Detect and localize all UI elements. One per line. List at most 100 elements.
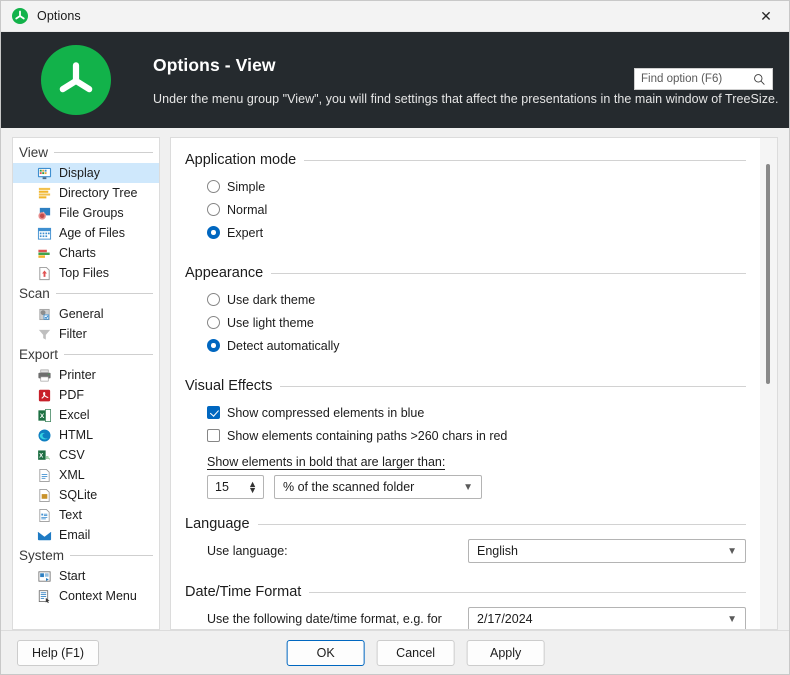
section-header: Language	[185, 516, 746, 532]
checkbox-compressed-blue-icon[interactable]	[207, 406, 220, 419]
sidebar-item-label: Text	[59, 508, 82, 522]
sidebar-item-label: Charts	[59, 246, 96, 260]
radio-label: Detect automatically	[227, 338, 340, 353]
monitor-icon	[36, 165, 52, 181]
chevron-down-icon[interactable]: ▼	[248, 486, 257, 495]
chevron-down-icon[interactable]: ▼	[463, 482, 473, 493]
sidebar-item-directory-tree[interactable]: Directory Tree	[13, 183, 159, 203]
radio-label: Simple	[227, 179, 266, 194]
page-header: Options - View Under the menu group "Vie…	[1, 32, 789, 128]
sidebar-item-file-groups[interactable]: File Groups	[13, 203, 159, 223]
sidebar-group-export: Export	[13, 344, 159, 365]
footer-button-group: OK Cancel Apply	[286, 639, 545, 666]
close-icon[interactable]: ✕	[743, 1, 789, 32]
sidebar-item-context-menu[interactable]: Context Menu	[13, 586, 159, 606]
radio-label: Use dark theme	[227, 292, 316, 307]
appearance-section: Appearance Use dark theme Use light them…	[185, 265, 746, 357]
sidebar-item-html[interactable]: HTML	[13, 425, 159, 445]
sidebar-group-system: System	[13, 545, 159, 566]
bold-threshold-unit-value: % of the scanned folder	[283, 480, 415, 494]
radio-light-theme-icon[interactable]	[207, 316, 220, 329]
section-title: Visual Effects	[185, 378, 273, 394]
radio-label: Expert	[227, 225, 264, 240]
dialog-body: View Display Directory Tree File Groups …	[1, 128, 789, 630]
sidebar-item-general[interactable]: General	[13, 304, 159, 324]
bar-chart-icon	[36, 245, 52, 261]
chevron-down-icon[interactable]: ▼	[727, 614, 737, 625]
ok-button[interactable]: OK	[286, 639, 365, 666]
settings-sidebar[interactable]: View Display Directory Tree File Groups …	[12, 137, 160, 630]
section-header: Date/Time Format	[185, 584, 746, 600]
application-mode-section: Application mode Simple Normal Expert	[185, 152, 746, 244]
divider	[271, 272, 746, 274]
bold-threshold-stepper[interactable]: 15 ▲ ▼	[207, 475, 264, 499]
sidebar-item-top-files[interactable]: Top Files	[13, 263, 159, 283]
csv-icon: X a,	[36, 447, 52, 463]
search-input[interactable]	[641, 73, 751, 85]
language-section: Language Use language: English ▼	[185, 516, 746, 563]
svg-text:X: X	[39, 412, 44, 419]
sidebar-item-label: Excel	[59, 408, 90, 422]
radio-dark-theme-icon[interactable]	[207, 293, 220, 306]
sidebar-item-sqlite[interactable]: SQLite	[13, 485, 159, 505]
radio-row-dark-theme[interactable]: Use dark theme	[185, 288, 746, 311]
sidebar-item-age-of-files[interactable]: Age of Files	[13, 223, 159, 243]
sidebar-item-display[interactable]: Display	[13, 163, 159, 183]
radio-row-normal[interactable]: Normal	[185, 198, 746, 221]
cancel-button[interactable]: Cancel	[376, 639, 455, 666]
radio-row-simple[interactable]: Simple	[185, 175, 746, 198]
radio-expert-icon[interactable]	[207, 226, 220, 239]
start-icon	[36, 568, 52, 584]
sidebar-group-label: Export	[19, 347, 59, 362]
sidebar-item-printer[interactable]: Printer	[13, 365, 159, 385]
treesize-logo-icon	[12, 8, 28, 24]
checkbox-long-paths-red-icon[interactable]	[207, 429, 220, 442]
printer-icon	[36, 367, 52, 383]
scrollbar-thumb[interactable]	[766, 164, 770, 384]
text-file-icon	[36, 507, 52, 523]
sidebar-item-email[interactable]: Email	[13, 525, 159, 545]
gear-clipboard-icon	[36, 306, 52, 322]
sidebar-item-xml[interactable]: XML	[13, 465, 159, 485]
content-scrollbar[interactable]	[760, 138, 777, 629]
sidebar-item-label: Filter	[59, 327, 87, 341]
radio-normal-icon[interactable]	[207, 203, 220, 216]
datetime-format-value: 2/17/2024	[477, 612, 533, 626]
datetime-format-section: Date/Time Format Use the following date/…	[185, 584, 746, 629]
stepper-arrows-icon[interactable]: ▲ ▼	[248, 480, 257, 495]
checkbox-label: Show compressed elements in blue	[227, 405, 425, 420]
section-title: Appearance	[185, 265, 264, 281]
sidebar-item-text[interactable]: Text	[13, 505, 159, 525]
checkbox-label: Show elements containing paths >260 char…	[227, 428, 508, 443]
sidebar-item-start[interactable]: Start	[13, 566, 159, 586]
sidebar-item-label: General	[59, 307, 104, 321]
radio-simple-icon[interactable]	[207, 180, 220, 193]
apply-button[interactable]: Apply	[466, 639, 545, 666]
radio-row-detect-automatically[interactable]: Detect automatically	[185, 334, 746, 357]
find-option-box[interactable]	[634, 68, 773, 90]
datetime-format-field[interactable]: 2/17/2024 ▼	[468, 607, 746, 629]
radio-label: Use light theme	[227, 315, 314, 330]
sidebar-item-excel[interactable]: X Excel	[13, 405, 159, 425]
sidebar-item-label: XML	[59, 468, 85, 482]
language-select[interactable]: English ▼	[468, 539, 746, 563]
sidebar-item-label: Age of Files	[59, 226, 126, 240]
sidebar-item-charts[interactable]: Charts	[13, 243, 159, 263]
sidebar-item-filter[interactable]: Filter	[13, 324, 159, 344]
sidebar-item-csv[interactable]: X a, CSV	[13, 445, 159, 465]
context-menu-icon	[36, 588, 52, 604]
chevron-down-icon[interactable]: ▼	[727, 546, 737, 557]
radio-row-light-theme[interactable]: Use light theme	[185, 311, 746, 334]
checkbox-row-long-paths-red[interactable]: Show elements containing paths >260 char…	[185, 424, 746, 447]
help-button[interactable]: Help (F1)	[17, 639, 100, 666]
page-subtitle: Under the menu group "View", you will fi…	[153, 91, 779, 106]
search-icon[interactable]	[753, 73, 766, 86]
title-bar: Options ✕	[1, 1, 789, 32]
sidebar-item-pdf[interactable]: PDF	[13, 385, 159, 405]
radio-row-expert[interactable]: Expert	[185, 221, 746, 244]
treesize-logo-large-icon	[41, 45, 111, 115]
checkbox-row-compressed-blue[interactable]: Show compressed elements in blue	[185, 401, 746, 424]
bold-threshold-unit-select[interactable]: % of the scanned folder ▼	[274, 475, 482, 499]
svg-text:a,: a,	[45, 455, 50, 461]
radio-detect-automatically-icon[interactable]	[207, 339, 220, 352]
